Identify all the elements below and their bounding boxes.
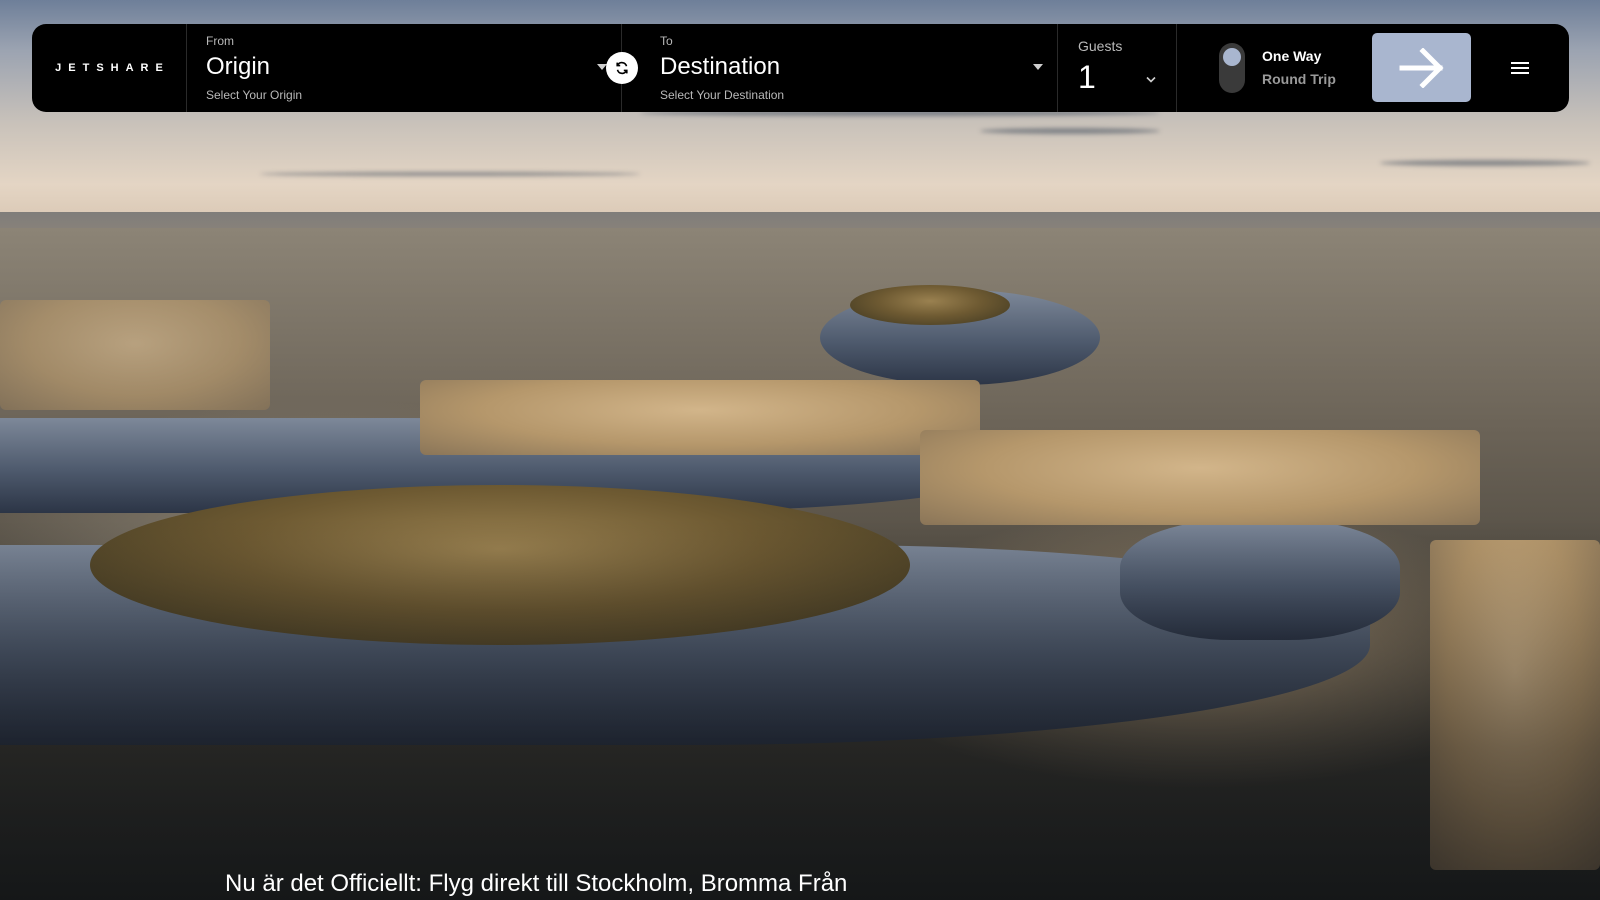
hero-headline: Nu är det Officiellt: Flyg direkt till S… bbox=[225, 870, 848, 897]
destination-label: To bbox=[660, 34, 673, 48]
destination-select[interactable]: To Destination Select Your Destination bbox=[622, 24, 1058, 112]
origin-label: From bbox=[206, 34, 234, 48]
destination-value: Destination bbox=[660, 53, 781, 80]
trip-type-toggle[interactable]: One Way Round Trip bbox=[1177, 24, 1372, 112]
swap-arrows-icon bbox=[616, 61, 628, 75]
round-trip-option[interactable]: Round Trip bbox=[1262, 68, 1336, 91]
logo-text: JETSHARE bbox=[55, 62, 170, 74]
one-way-option[interactable]: One Way bbox=[1262, 45, 1336, 68]
origin-hint: Select Your Origin bbox=[206, 88, 303, 102]
caret-down-icon bbox=[1033, 64, 1043, 70]
guests-value: 1 bbox=[1078, 59, 1096, 95]
toggle-switch[interactable] bbox=[1219, 43, 1245, 93]
origin-select[interactable]: From Origin Select Your Origin bbox=[187, 24, 622, 112]
search-submit-button[interactable] bbox=[1372, 33, 1471, 102]
hamburger-menu-icon bbox=[1511, 62, 1529, 74]
arrow-right-icon bbox=[1399, 47, 1444, 88]
logo[interactable]: JETSHARE bbox=[32, 24, 187, 112]
toggle-knob bbox=[1223, 48, 1241, 66]
hero-background-image bbox=[0, 0, 1600, 900]
guests-select[interactable]: Guests 1 bbox=[1058, 24, 1177, 112]
chevron-down-icon bbox=[1146, 76, 1156, 83]
swap-button[interactable] bbox=[606, 52, 638, 84]
menu-button[interactable] bbox=[1471, 24, 1569, 112]
origin-value: Origin bbox=[206, 53, 271, 80]
guests-label: Guests bbox=[1078, 38, 1123, 54]
flight-search-bar: JETSHARE From Origin Select Your Origin … bbox=[32, 24, 1569, 112]
destination-hint: Select Your Destination bbox=[660, 88, 785, 102]
